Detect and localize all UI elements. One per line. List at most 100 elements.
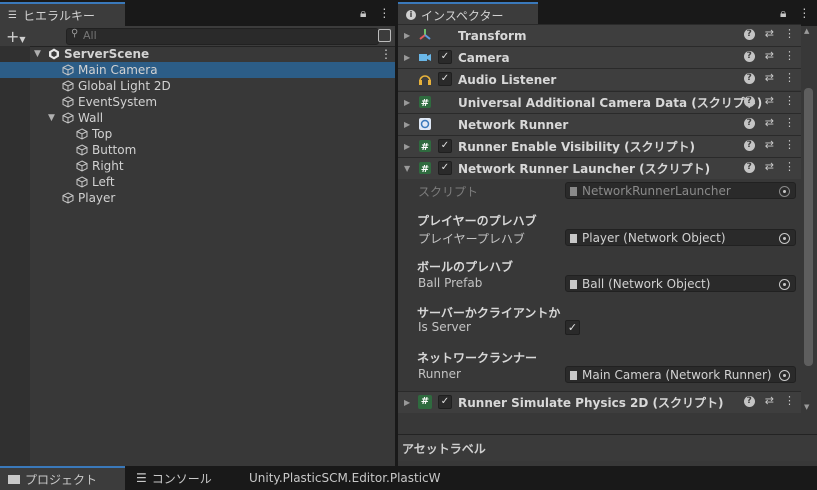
expand-arrow-icon[interactable]: ▶ [404, 98, 410, 107]
expand-arrow-icon[interactable]: ▼ [404, 164, 410, 173]
tab-plastic[interactable]: Unity.PlasticSCM.Editor.PlasticW [249, 466, 441, 490]
script-icon: # [418, 139, 432, 153]
more-menu-icon[interactable]: ⋮ [784, 27, 795, 40]
ball-prefab-field[interactable]: Ball (Network Object) [565, 275, 796, 292]
lock-icon[interactable]: 🔒︎ [360, 6, 366, 21]
hierarchy-item[interactable]: Main Camera [0, 62, 395, 78]
help-icon[interactable]: ? [743, 140, 755, 151]
preset-icon[interactable]: ⇄ [765, 49, 774, 62]
expand-arrow-icon[interactable]: ▶ [404, 142, 410, 151]
component-header[interactable]: ✓ Audio Listener? ⇄ ⋮ [398, 68, 801, 90]
component-icon [570, 371, 577, 380]
hierarchy-item[interactable]: Global Light 2D [0, 78, 395, 94]
tab-project[interactable]: プロジェクト [0, 466, 125, 490]
scroll-down-icon[interactable]: ▼ [804, 403, 809, 411]
hierarchy-item[interactable]: EventSystem [0, 94, 395, 110]
more-menu-icon[interactable]: ⋮ [784, 71, 795, 84]
expand-arrow-icon[interactable]: ▶ [404, 398, 410, 407]
preset-icon[interactable]: ⇄ [765, 71, 774, 84]
component-header[interactable]: ▶ Transform? ⇄ ⋮ [398, 24, 801, 46]
more-menu-icon[interactable]: ⋮ [798, 6, 810, 21]
help-icon[interactable]: ? [743, 29, 755, 40]
scroll-up-icon[interactable]: ▲ [804, 27, 809, 35]
component-header[interactable]: ▶ Network Runner? ⇄ ⋮ [398, 113, 801, 135]
gameobject-cube-icon [62, 112, 74, 124]
enabled-checkbox[interactable]: ✓ [438, 72, 452, 86]
help-icon[interactable]: ? [743, 73, 755, 84]
scene-row[interactable]: ▼ ServerScene ⋮ [0, 46, 395, 62]
tab-console[interactable]: ☰ コンソール [136, 466, 212, 490]
object-picker-icon[interactable] [779, 233, 790, 244]
expand-arrow-icon[interactable]: ▼ [34, 46, 41, 62]
component-actions: ? ⇄ ⋮ [743, 71, 795, 84]
enabled-checkbox[interactable]: ✓ [438, 161, 452, 175]
asset-labels-title: アセットラベル [402, 442, 486, 456]
more-menu-icon[interactable]: ⋮ [378, 6, 390, 21]
unity-scene-icon [48, 48, 60, 60]
console-icon: ☰ [136, 471, 147, 485]
player-prefab-field[interactable]: Player (Network Object) [565, 229, 796, 246]
enabled-checkbox[interactable]: ✓ [438, 139, 452, 153]
lock-icon[interactable]: 🔒︎ [780, 6, 786, 21]
preset-icon[interactable]: ⇄ [765, 116, 774, 129]
component-header-simulate-physics[interactable]: ▶ # ✓ Runner Simulate Physics 2D (スクリプト)… [398, 391, 801, 413]
more-menu-icon[interactable]: ⋮ [380, 46, 392, 62]
component-name: Audio Listener [458, 72, 557, 87]
is-server-checkbox[interactable]: ✓ [565, 320, 580, 335]
script-field: NetworkRunnerLauncher [565, 182, 796, 199]
player-prefab-label: プレイヤープレハブ [418, 232, 525, 246]
more-menu-icon[interactable]: ⋮ [784, 116, 795, 129]
help-icon[interactable]: ? [743, 118, 755, 129]
hierarchy-item[interactable]: Right [0, 158, 395, 174]
search-input[interactable] [83, 29, 363, 42]
enabled-checkbox[interactable]: ✓ [438, 50, 452, 64]
more-menu-icon[interactable]: ⋮ [784, 49, 795, 62]
script-value: NetworkRunnerLauncher [582, 184, 731, 198]
component-actions: ? ⇄ ⋮ [743, 394, 795, 407]
component-header[interactable]: ▶ ✓ Camera? ⇄ ⋮ [398, 46, 801, 68]
component-actions: ? ⇄ ⋮ [743, 27, 795, 40]
tab-inspector[interactable]: i インスペクター [398, 2, 538, 26]
help-icon[interactable]: ? [743, 51, 755, 62]
folder-icon [8, 474, 20, 484]
add-button[interactable]: +▼ [6, 27, 26, 46]
more-menu-icon[interactable]: ⋮ [784, 138, 795, 151]
preset-icon[interactable]: ⇄ [765, 94, 774, 107]
more-menu-icon[interactable]: ⋮ [784, 94, 795, 107]
network-icon [418, 117, 432, 131]
tab-hierarchy[interactable]: ☰ ヒエラルキー [0, 2, 125, 26]
preset-icon[interactable]: ⇄ [765, 27, 774, 40]
scrollbar-thumb[interactable] [804, 88, 813, 366]
ball-prefab-value: Ball (Network Object) [582, 277, 711, 291]
preset-icon[interactable]: ⇄ [765, 160, 774, 173]
hierarchy-item[interactable]: ▼ Wall [0, 110, 395, 126]
component-name: Network Runner Launcher (スクリプト) [458, 162, 711, 176]
help-icon[interactable]: ? [743, 396, 755, 407]
enabled-checkbox[interactable]: ✓ [438, 395, 452, 409]
expand-arrow-icon[interactable]: ▶ [404, 31, 410, 40]
component-header[interactable]: ▶ # Universal Additional Camera Data (スクリプ… [398, 91, 801, 113]
expand-arrow-icon[interactable]: ▶ [404, 120, 410, 129]
more-menu-icon[interactable]: ⋮ [784, 394, 795, 407]
expand-arrow-icon[interactable]: ▼ [48, 110, 55, 126]
dropdown-arrow-icon: ▼ [19, 35, 26, 44]
expand-arrow-icon[interactable]: ▶ [404, 53, 410, 62]
component-header[interactable]: ▶ # ✓ Runner Enable Visibility (スクリプト)? ⇄ ⋮ [398, 135, 801, 157]
hierarchy-item[interactable]: Player [0, 190, 395, 206]
scene-search-icon[interactable] [378, 29, 391, 42]
component-header[interactable]: ▼ # ✓ Network Runner Launcher (スクリプト)? ⇄ ⋮ [398, 157, 801, 179]
preset-icon[interactable]: ⇄ [765, 138, 774, 151]
preset-icon[interactable]: ⇄ [765, 394, 774, 407]
hierarchy-item[interactable]: Left [0, 174, 395, 190]
help-icon[interactable]: ? [743, 96, 755, 107]
ball-prefab-label: Ball Prefab [418, 276, 483, 290]
help-icon[interactable]: ? [743, 162, 755, 173]
hierarchy-item[interactable]: Top [0, 126, 395, 142]
runner-field[interactable]: Main Camera (Network Runner) [565, 366, 796, 383]
hierarchy-item[interactable]: Buttom [0, 142, 395, 158]
object-picker-icon[interactable] [779, 279, 790, 290]
search-field[interactable]: ⚲ [66, 28, 379, 45]
more-menu-icon[interactable]: ⋮ [784, 160, 795, 173]
script-icon: # [418, 395, 432, 409]
object-picker-icon[interactable] [779, 370, 790, 381]
